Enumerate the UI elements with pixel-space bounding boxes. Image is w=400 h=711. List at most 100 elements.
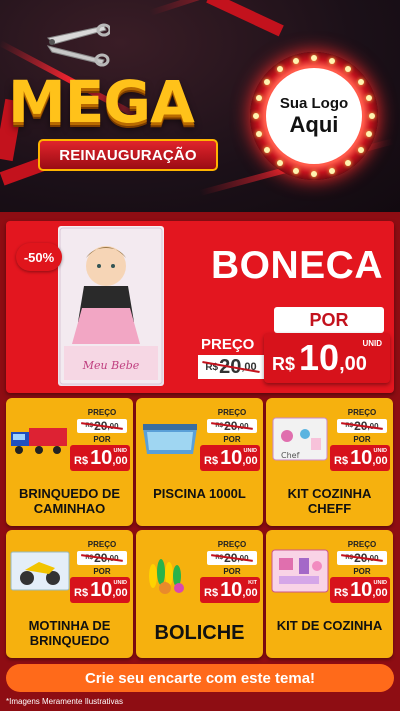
marquee-light — [255, 130, 262, 137]
currency: R$ — [204, 587, 219, 599]
hero-preco-label: PREÇO — [201, 336, 255, 353]
scissors-icon — [46, 23, 110, 67]
preco-label: PREÇO — [87, 540, 117, 549]
preco-label: PREÇO — [347, 408, 377, 417]
logo-placeholder[interactable]: Sua Logo Aqui — [250, 52, 378, 180]
currency: R$ — [334, 455, 349, 467]
marquee-light — [311, 171, 317, 177]
svg-text:Chef: Chef — [281, 451, 300, 460]
preco-label: PREÇO — [217, 408, 247, 417]
currency: R$ — [334, 587, 349, 599]
new-price: UNID R$ 10,00 — [70, 577, 130, 603]
hero-por-label: POR — [274, 307, 384, 333]
doll-box-icon: Meu Bebe — [58, 226, 164, 386]
por-label: POR — [93, 567, 111, 576]
product-name: BOLICHE — [154, 622, 245, 644]
por-label: POR — [353, 435, 371, 444]
marquee-light — [357, 78, 364, 85]
preco-label: PREÇO — [347, 540, 377, 549]
product-card[interactable]: Chef PREÇO R$20,00 PORUNIDR$10,00 KIT COZINH… — [266, 398, 393, 526]
marquee-light — [345, 66, 352, 73]
por-label: POR — [223, 435, 241, 444]
new-price: UNID R$ 10,00 — [330, 445, 390, 471]
product-card[interactable]: PREÇO R$20,00 PORUNIDR$10,00 MOTINHA DE BRI… — [6, 530, 133, 658]
marquee-light — [328, 168, 335, 175]
product-card[interactable]: PREÇO R$20,00 PORUNIDR$10,00 KIT DE COZINHA — [266, 530, 393, 658]
marquee-light — [253, 113, 259, 119]
marquee-light — [264, 78, 271, 85]
old-price: R$20,00 — [77, 419, 127, 433]
preco-label: PREÇO — [217, 540, 247, 549]
price-int: 10 — [90, 579, 113, 601]
header-banner: MEGA REINAUGURAÇÃO Sua Logo Aqui — [0, 0, 400, 212]
price-dec: ,00 — [372, 455, 388, 467]
price-dec: ,00 — [112, 455, 128, 467]
product-name: KIT DE COZINHA — [276, 618, 383, 633]
new-price: UNID R$ 10,00 — [70, 445, 130, 471]
marquee-light — [369, 113, 375, 119]
marquee-light — [293, 57, 300, 64]
ribbon — [206, 0, 284, 37]
marquee-light — [293, 168, 300, 175]
marquee-light — [345, 159, 352, 166]
marquee-light — [357, 147, 364, 154]
old-price: R$20,00 — [207, 551, 257, 565]
por-label: POR — [93, 435, 111, 444]
por-label: POR — [223, 567, 241, 576]
product-card[interactable]: PREÇO R$20,00 PORKITR$10,00 BOLICHE — [136, 530, 263, 658]
price-int: 10 — [90, 447, 113, 469]
new-price: UNID R$ 10,00 — [330, 577, 390, 603]
currency: R$ — [272, 354, 296, 374]
hero-product-name: BONECA — [210, 244, 383, 287]
product-name: MOTINHA DE BRINQUEDO — [28, 618, 111, 648]
hero-new-price: UNID R$ 10 ,00 — [264, 333, 390, 383]
product-card[interactable]: PREÇO R$20,00 PORUNIDR$10,00 PISCINA 1000L — [136, 398, 263, 526]
price-dec: ,00 — [242, 455, 258, 467]
new-price: UNID R$ 10,00 — [200, 445, 260, 471]
old-price: R$20,00 — [207, 419, 257, 433]
price-dec: ,00 — [112, 587, 128, 599]
toy-truck-icon — [11, 428, 67, 454]
logo-circle: Sua Logo Aqui — [266, 68, 362, 164]
price-dec: ,00 — [372, 587, 388, 599]
bowling-icon — [149, 559, 184, 594]
pool-icon — [143, 424, 197, 454]
marquee-light — [276, 66, 283, 73]
marquee-light — [311, 55, 317, 61]
currency: R$ — [74, 455, 89, 467]
price-dec: ,00 — [339, 353, 367, 375]
marquee-light — [255, 95, 262, 102]
old-price: R$20,00 — [337, 419, 387, 433]
por-label: POR — [353, 567, 371, 576]
kitchen-kit-icon: Chef — [272, 417, 328, 461]
cta-button[interactable]: Crie seu encarte com este tema! — [6, 664, 394, 692]
marquee-light — [366, 130, 373, 137]
price-int: 10 — [220, 447, 243, 469]
product-card[interactable]: PREÇO R$20,00 PORUNIDR$10,00 BRINQUEDO DE C… — [6, 398, 133, 526]
new-price: KIT R$ 10,00 — [200, 577, 260, 603]
logo-line-1: Sua Logo — [279, 94, 349, 112]
price-int: 10 — [220, 579, 243, 601]
old-price: R$20,00 — [77, 551, 127, 565]
product-name: KIT COZINHA CHEFF — [287, 486, 372, 516]
currency: R$ — [204, 455, 219, 467]
product-name: BRINQUEDO DE CAMINHAO — [18, 486, 121, 516]
product-name: PISCINA 1000L — [153, 486, 246, 501]
hero-old-price: R$ 20 ,00 — [198, 355, 264, 379]
marquee-light — [328, 57, 335, 64]
logo-line-2: Aqui — [289, 111, 339, 137]
price-int: 10 — [350, 579, 373, 601]
reinauguracao-banner: REINAUGURAÇÃO — [38, 139, 218, 171]
footnote: *Imagens Meramente Ilustrativas — [6, 697, 123, 706]
marquee-light — [264, 147, 271, 154]
currency: R$ — [74, 587, 89, 599]
discount-badge: -50% — [16, 243, 62, 271]
mega-title: MEGA — [8, 68, 195, 136]
marquee-light — [276, 159, 283, 166]
marquee-light — [366, 95, 373, 102]
price-dec: ,00 — [242, 587, 258, 599]
preco-label: PREÇO — [87, 408, 117, 417]
svg-text:Meu Bebe: Meu Bebe — [82, 359, 140, 372]
kitchen-set-icon — [271, 549, 329, 593]
price-int: 10 — [299, 337, 340, 378]
